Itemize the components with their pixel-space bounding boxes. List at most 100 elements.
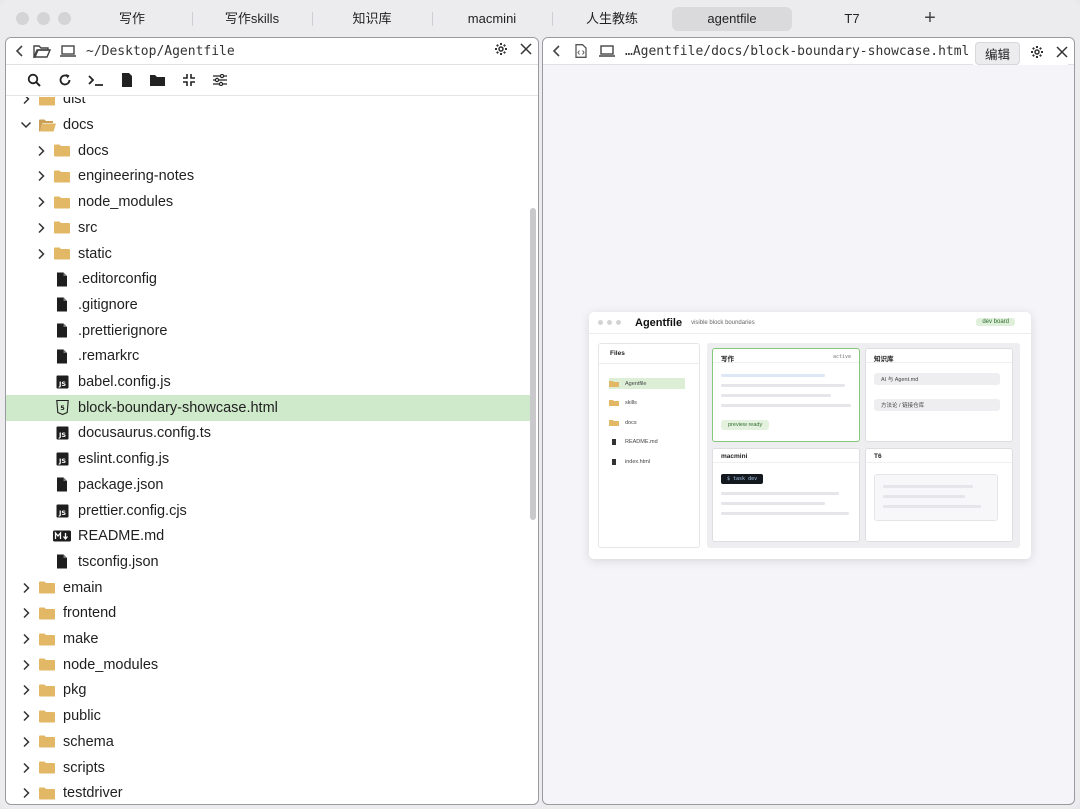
preview-card-knowledge: 知识库 AI 与 Agent.md 方法论 / 链接仓库	[865, 348, 1013, 442]
tree-file-row[interactable]: 5 block-boundary-showcase.html	[6, 394, 536, 421]
chevron-right-icon[interactable]	[19, 735, 33, 749]
file-explorer-panel: ~/Desktop/Agentfile dist docs docs engin…	[5, 37, 539, 805]
laptop-icon[interactable]	[58, 41, 78, 61]
preview-file-item: index.html	[609, 456, 685, 467]
tree-item-label: .editorconfig	[78, 271, 157, 288]
chevron-right-icon[interactable]	[34, 169, 48, 183]
tree-file-row[interactable]: JS eslint.config.js	[6, 446, 536, 472]
chevron-right-icon[interactable]	[19, 581, 33, 595]
tab-2[interactable]: 知识库	[312, 7, 432, 31]
tree-file-row[interactable]: JS babel.config.js	[6, 369, 536, 395]
tree-folder-row[interactable]: schema	[6, 729, 536, 755]
left-path-text: ~/Desktop/Agentfile	[86, 43, 235, 59]
tree-folder-row[interactable]: docs	[6, 138, 536, 164]
tree-folder-row[interactable]: frontend	[6, 601, 536, 627]
gear-icon[interactable]	[1030, 45, 1044, 63]
card-tag: active	[832, 354, 851, 360]
tree-file-row[interactable]: .remarkrc	[6, 344, 536, 370]
tree-item-label: scripts	[63, 759, 105, 776]
zoom-window-button[interactable]	[58, 12, 71, 25]
settings-sliders-icon[interactable]	[204, 68, 235, 92]
gear-icon[interactable]	[494, 42, 508, 60]
tree-folder-row[interactable]: emain	[6, 575, 536, 601]
close-icon[interactable]	[1056, 45, 1068, 62]
card-terminal: $ task dev	[721, 474, 764, 484]
file-icon	[612, 458, 616, 465]
chevron-right-icon[interactable]	[34, 195, 48, 209]
tree-file-row[interactable]: JS docusaurus.config.ts	[6, 421, 536, 447]
tab-1[interactable]: 写作skills	[192, 7, 312, 31]
tree-folder-row[interactable]: docs	[6, 112, 536, 138]
tree-item-label: .gitignore	[78, 296, 138, 313]
tree-folder-row[interactable]: node_modules	[6, 189, 536, 215]
tree-folder-row[interactable]: dist	[6, 97, 536, 112]
tab-5[interactable]: agentfile	[672, 7, 792, 31]
js-file-icon: JS	[53, 451, 71, 467]
tree-item-label: frontend	[63, 605, 117, 622]
folder-icon	[38, 580, 56, 596]
preview-card-grid: 写作 active preview ready 知识库 AI 与 Agent.m…	[707, 343, 1020, 548]
code-file-icon[interactable]	[571, 41, 591, 61]
chevron-right-icon[interactable]	[19, 658, 33, 672]
edit-button[interactable]: 编辑	[974, 42, 1020, 65]
chevron-down-icon[interactable]	[19, 118, 33, 132]
preview-file-item: docs	[609, 417, 685, 428]
folder-icon	[38, 631, 56, 647]
tree-folder-row[interactable]: node_modules	[6, 652, 536, 678]
chevron-right-icon[interactable]	[19, 683, 33, 697]
tree-file-row[interactable]: JS prettier.config.cjs	[6, 498, 536, 524]
tree-file-row[interactable]: README.md	[6, 523, 536, 549]
close-icon[interactable]	[520, 43, 532, 59]
chevron-right-icon[interactable]	[19, 709, 33, 723]
close-window-button[interactable]	[16, 12, 29, 25]
back-arrow-icon[interactable]	[547, 41, 567, 61]
tree-folder-row[interactable]: scripts	[6, 755, 536, 781]
tab-4[interactable]: 人生教练	[552, 7, 672, 31]
chevron-right-icon[interactable]	[19, 761, 33, 775]
tree-folder-row[interactable]: engineering-notes	[6, 164, 536, 190]
title-bar: 写作 写作skills 知识库 macmini 人生教练 agentfile T7 +	[0, 0, 1080, 37]
preview-card-macmini: macmini $ task dev	[712, 448, 860, 542]
tree-folder-row[interactable]: public	[6, 703, 536, 729]
collapse-icon[interactable]	[173, 68, 204, 92]
tree-folder-row[interactable]: pkg	[6, 678, 536, 704]
tree-file-row[interactable]: .gitignore	[6, 292, 536, 318]
tree-folder-row[interactable]: testdriver	[6, 780, 536, 804]
tree-file-row[interactable]: .prettierignore	[6, 318, 536, 344]
chevron-right-icon[interactable]	[19, 786, 33, 800]
tree-folder-row[interactable]: static	[6, 241, 536, 267]
chevron-right-icon[interactable]	[19, 632, 33, 646]
laptop-icon[interactable]	[597, 41, 617, 61]
folder-open-icon[interactable]	[32, 41, 52, 61]
tree-file-row[interactable]: package.json	[6, 472, 536, 498]
minimize-window-button[interactable]	[37, 12, 50, 25]
tree-file-row[interactable]: .editorconfig	[6, 266, 536, 292]
tree-scrollbar[interactable]	[530, 208, 536, 520]
tree-file-row[interactable]: tsconfig.json	[6, 549, 536, 575]
new-folder-icon[interactable]	[142, 68, 173, 92]
chevron-right-icon[interactable]	[34, 144, 48, 158]
new-file-icon[interactable]	[111, 68, 142, 92]
back-arrow-icon[interactable]	[10, 41, 30, 61]
preview-file-item: skills	[609, 398, 685, 409]
add-tab-button[interactable]: +	[912, 7, 948, 31]
chevron-right-icon[interactable]	[19, 97, 33, 106]
js-file-icon: JS	[53, 503, 71, 519]
chevron-right-icon[interactable]	[19, 606, 33, 620]
tab-0[interactable]: 写作	[72, 7, 192, 31]
html-preview[interactable]: Agentfile visible block boundaries dev b…	[589, 312, 1031, 559]
preview-file-item: Agentfile	[609, 378, 685, 389]
tab-6[interactable]: T7	[792, 7, 912, 31]
chevron-right-icon[interactable]	[34, 247, 48, 261]
tab-3[interactable]: macmini	[432, 7, 552, 31]
terminal-icon[interactable]	[80, 68, 111, 92]
refresh-icon[interactable]	[49, 68, 80, 92]
search-icon[interactable]	[18, 68, 49, 92]
preview-panel: …Agentfile/docs/block-boundary-showcase.…	[542, 37, 1075, 805]
tree-folder-row[interactable]: make	[6, 626, 536, 652]
chevron-right-icon[interactable]	[34, 221, 48, 235]
explorer-toolbar	[6, 65, 538, 96]
window-controls	[16, 12, 71, 25]
tree-folder-row[interactable]: src	[6, 215, 536, 241]
preview-header: Agentfile visible block boundaries dev b…	[589, 312, 1031, 334]
